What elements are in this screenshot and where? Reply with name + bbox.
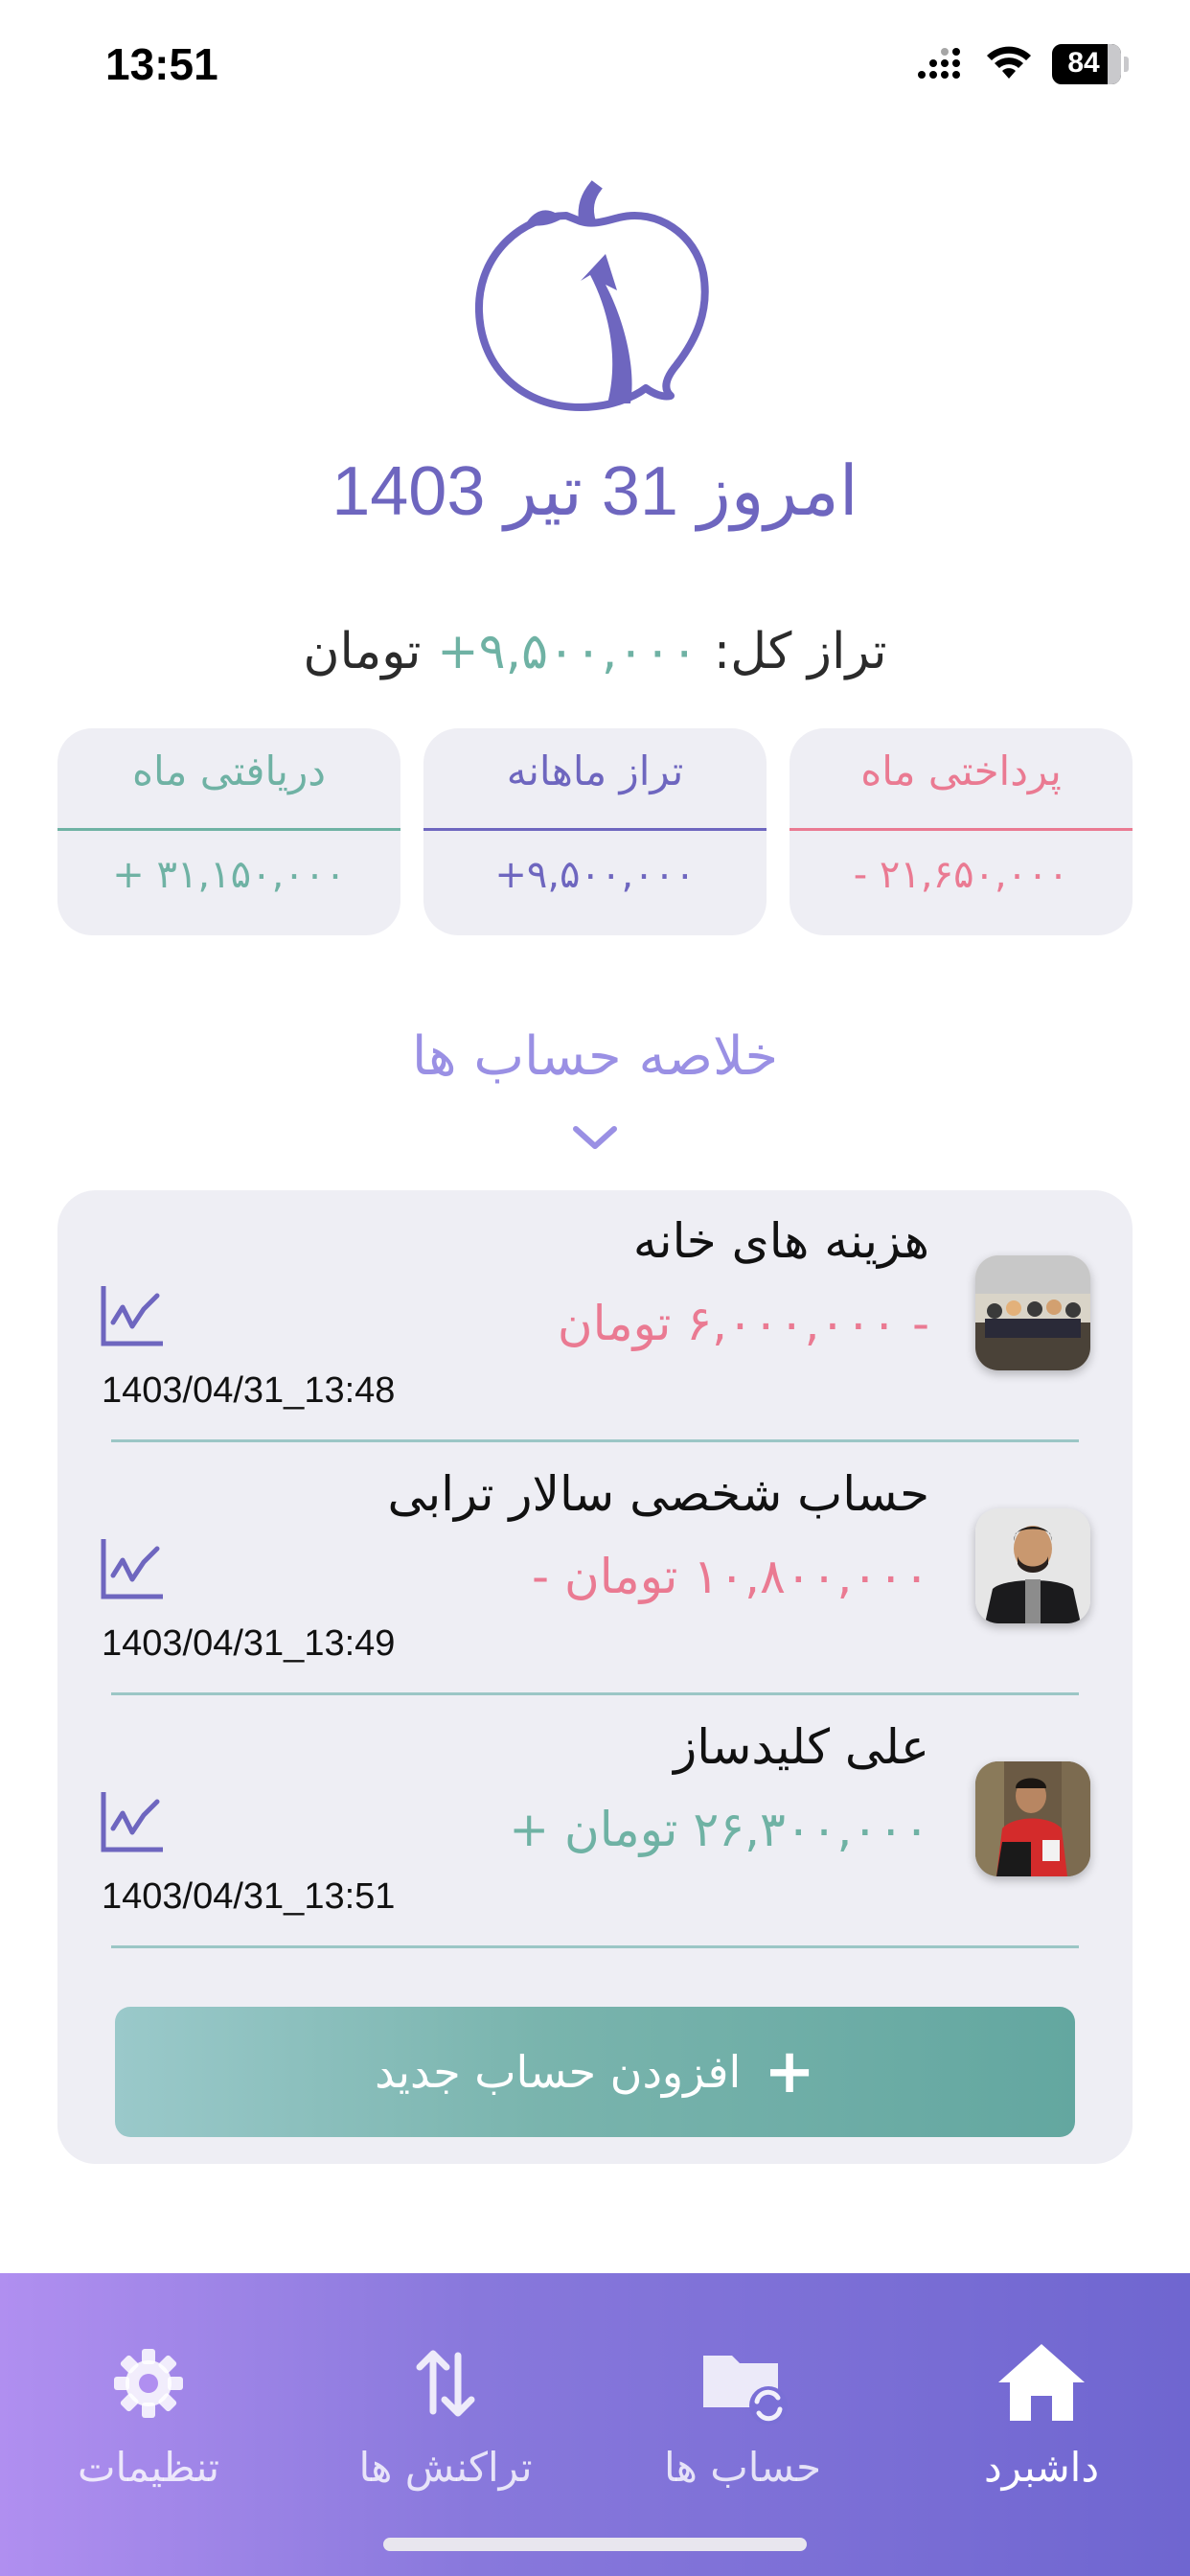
transfer-arrows-icon bbox=[416, 2350, 475, 2417]
gear-icon bbox=[114, 2349, 183, 2418]
total-balance: تراز کل: +۹,۵۰۰,۰۰۰ تومان bbox=[0, 623, 1190, 680]
nav-item-accounts[interactable]: حساب ها bbox=[594, 2331, 891, 2522]
total-label: تراز کل: bbox=[713, 623, 887, 680]
account-amount: ۲۶,۳۰۰,۰۰۰ تومان + bbox=[509, 1802, 929, 1857]
received-divider bbox=[57, 828, 400, 831]
divider bbox=[111, 1692, 1079, 1695]
signal-icon bbox=[918, 48, 966, 82]
chevron-down-icon[interactable] bbox=[571, 1121, 619, 1154]
account-timestamp: 1403/04/31_13:51 bbox=[102, 1876, 396, 1917]
account-name: هزینه های خانه bbox=[632, 1213, 929, 1269]
battery-level: 84 bbox=[1067, 47, 1100, 79]
account-name: علی کلیدساز bbox=[674, 1719, 929, 1775]
folder-sync-icon bbox=[703, 2356, 788, 2425]
total-currency: تومان bbox=[303, 623, 422, 680]
paid-title: پرداختی ماه bbox=[860, 748, 1062, 794]
summary-cards: دریافتی ماه + ۳۱,۱۵۰,۰۰۰ تراز ماهانه +۹,… bbox=[57, 728, 1133, 935]
received-title: دریافتی ماه bbox=[132, 748, 326, 794]
nav-item-transactions[interactable]: تراکنش ها bbox=[297, 2331, 594, 2522]
battery-icon: 84 bbox=[1052, 44, 1129, 84]
bottom-nav: تنظیمات تراکنش ها حساب ها داشبرد bbox=[0, 2273, 1190, 2576]
monthly-title: تراز ماهانه bbox=[506, 748, 684, 794]
account-row[interactable]: حساب شخصی سالار ترابی ۱۰,۸۰۰,۰۰۰ تومان -… bbox=[57, 1443, 1133, 1696]
status-bar: 13:51 84 bbox=[0, 0, 1190, 134]
home-icon bbox=[998, 2344, 1085, 2421]
nav-label: تراکنش ها bbox=[358, 2444, 533, 2491]
divider bbox=[111, 1439, 1079, 1442]
date-title: امروز 31 تیر 1403 bbox=[332, 453, 858, 530]
nav-label: تنظیمات bbox=[77, 2444, 220, 2491]
account-name: حساب شخصی سالار ترابی bbox=[387, 1466, 929, 1522]
paid-value: - ۲۱,۶۵۰,۰۰۰ bbox=[853, 853, 1069, 897]
nav-item-settings[interactable]: تنظیمات bbox=[0, 2331, 297, 2522]
home-indicator bbox=[383, 2538, 807, 2551]
add-account-button[interactable]: + افزودن حساب جدید bbox=[115, 2007, 1075, 2137]
line-chart-icon[interactable] bbox=[100, 1537, 165, 1600]
account-timestamp: 1403/04/31_13:49 bbox=[102, 1623, 396, 1664]
add-account-label: افزودن حساب جدید bbox=[375, 2046, 742, 2098]
paid-card[interactable]: پرداختی ماه - ۲۱,۶۵۰,۰۰۰ bbox=[790, 728, 1133, 935]
accounts-summary-title: خلاصه حساب ها bbox=[411, 1025, 779, 1088]
received-card[interactable]: دریافتی ماه + ۳۱,۱۵۰,۰۰۰ bbox=[57, 728, 400, 935]
status-time: 13:51 bbox=[105, 39, 218, 89]
paid-divider bbox=[790, 828, 1133, 831]
account-amount: - ۶,۰۰۰,۰۰۰ تومان bbox=[557, 1296, 929, 1351]
accounts-panel: هزینه های خانه - ۶,۰۰۰,۰۰۰ تومان 1403/04… bbox=[57, 1190, 1133, 2164]
nav-item-dashboard[interactable]: داشبرد bbox=[893, 2331, 1190, 2522]
monthly-balance-card[interactable]: تراز ماهانه +۹,۵۰۰,۰۰۰ bbox=[423, 728, 767, 935]
line-chart-icon[interactable] bbox=[100, 1284, 165, 1347]
received-value: + ۳۱,۱۵۰,۰۰۰ bbox=[112, 853, 346, 897]
account-amount: ۱۰,۸۰۰,۰۰۰ تومان - bbox=[532, 1549, 929, 1604]
apple-arrow-logo-icon bbox=[474, 180, 709, 411]
account-avatar bbox=[975, 1761, 1090, 1876]
monthly-value: +۹,۵۰۰,۰۰۰ bbox=[494, 853, 696, 897]
nav-label: حساب ها bbox=[663, 2444, 822, 2491]
account-avatar bbox=[975, 1508, 1090, 1623]
plus-icon: + bbox=[764, 2036, 815, 2107]
line-chart-icon[interactable] bbox=[100, 1790, 165, 1853]
account-row[interactable]: هزینه های خانه - ۶,۰۰۰,۰۰۰ تومان 1403/04… bbox=[57, 1190, 1133, 1443]
account-timestamp: 1403/04/31_13:48 bbox=[102, 1370, 396, 1411]
account-row[interactable]: علی کلیدساز ۲۶,۳۰۰,۰۰۰ تومان + 1403/04/3… bbox=[57, 1696, 1133, 1949]
account-avatar bbox=[975, 1255, 1090, 1370]
nav-label: داشبرد bbox=[983, 2444, 1100, 2491]
wifi-icon bbox=[987, 46, 1031, 79]
divider bbox=[111, 1945, 1079, 1948]
monthly-divider bbox=[423, 828, 767, 831]
total-amount: +۹,۵۰۰,۰۰۰ bbox=[437, 623, 698, 680]
